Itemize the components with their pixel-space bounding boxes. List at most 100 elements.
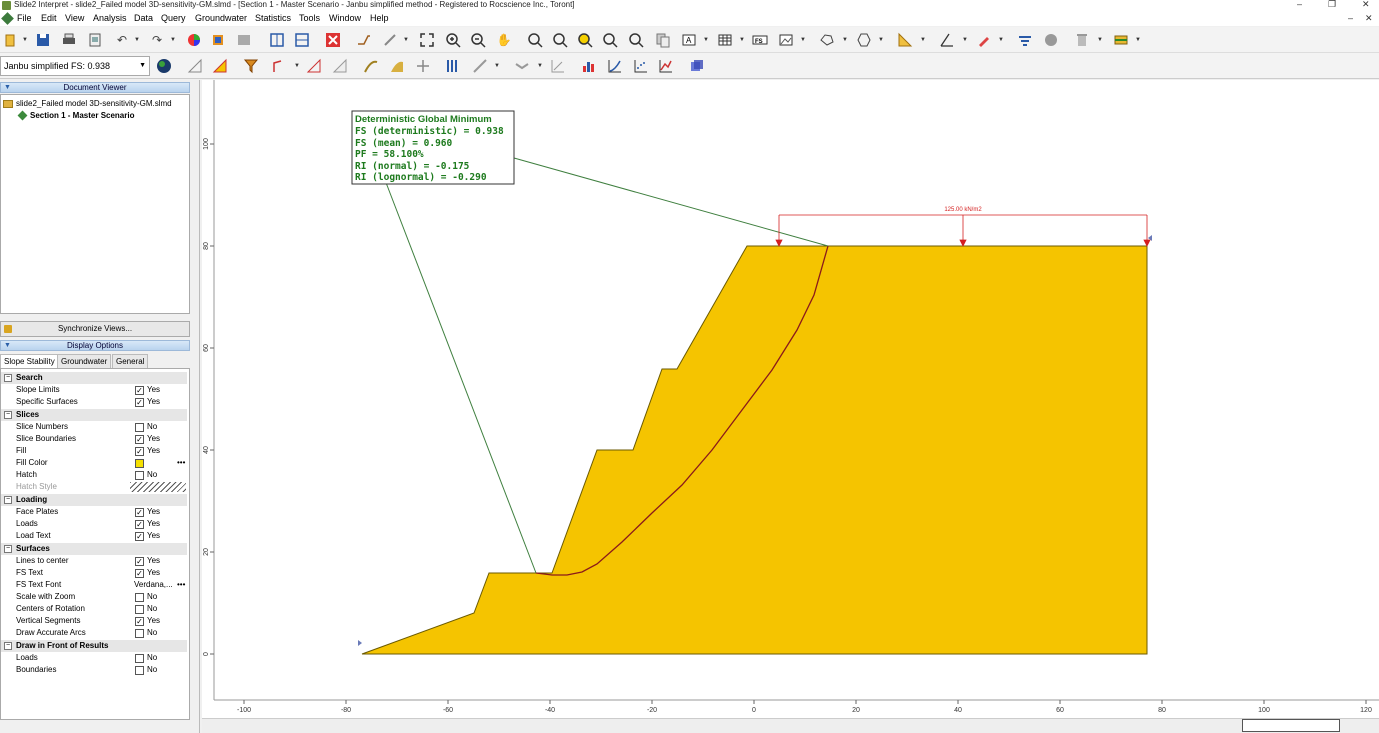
redo-icon[interactable]: ↷ <box>148 31 166 49</box>
flow-lines-dropdown[interactable]: ▼ <box>494 63 500 69</box>
cumulative-plot-icon[interactable] <box>606 57 624 75</box>
drawdown-icon[interactable] <box>513 57 531 75</box>
color-swatch[interactable] <box>135 459 144 468</box>
menu-tools[interactable]: Tools <box>296 11 323 26</box>
collapse-box-icon[interactable]: − <box>4 374 12 382</box>
close-button[interactable]: ✕ <box>1362 0 1370 9</box>
table-icon[interactable] <box>716 31 734 49</box>
checkbox[interactable] <box>135 629 144 638</box>
slice-query-icon[interactable] <box>331 57 349 75</box>
measure-icon[interactable] <box>381 31 399 49</box>
more-button[interactable]: ••• <box>177 579 185 591</box>
query-surface-icon[interactable] <box>270 57 288 75</box>
document-viewer-header[interactable]: ▼ Document Viewer <box>0 82 190 93</box>
ruler-dropdown[interactable]: ▼ <box>920 37 926 43</box>
menu-edit[interactable]: Edit <box>38 11 60 26</box>
menu-query[interactable]: Query <box>158 11 189 26</box>
checkbox[interactable]: ✓ <box>135 569 144 578</box>
picture-icon[interactable] <box>777 31 795 49</box>
stack-view-icon[interactable] <box>293 31 311 49</box>
collapse-box-icon[interactable]: − <box>4 411 12 419</box>
edit-drawing-dropdown[interactable]: ▼ <box>998 37 1004 43</box>
tab-general[interactable]: General <box>112 354 149 368</box>
menu-view[interactable]: View <box>62 11 87 26</box>
menu-statistics[interactable]: Statistics <box>252 11 294 26</box>
zoom-all-icon[interactable] <box>551 31 569 49</box>
polyline-dropdown[interactable]: ▼ <box>842 37 848 43</box>
minimum-surface-icon[interactable] <box>211 57 229 75</box>
checkbox[interactable]: ✓ <box>135 447 144 456</box>
tree-section-node[interactable]: Section 1 - Master Scenario <box>17 110 134 121</box>
checkbox[interactable] <box>135 666 144 675</box>
checkbox[interactable]: ✓ <box>135 435 144 444</box>
more-button[interactable]: ••• <box>177 457 185 469</box>
undo-dropdown[interactable]: ▼ <box>134 37 140 43</box>
app-menu-icon[interactable] <box>1 12 14 25</box>
graph-icon[interactable] <box>549 57 567 75</box>
undo-icon[interactable]: ↶ <box>113 31 131 49</box>
mdi-close-button[interactable]: ✕ <box>1365 13 1373 24</box>
collapse-icon[interactable]: ▼ <box>4 341 11 350</box>
measure-dropdown[interactable]: ▼ <box>403 37 409 43</box>
redo-dropdown[interactable]: ▼ <box>170 37 176 43</box>
image-icon[interactable] <box>235 31 253 49</box>
group-search[interactable]: − Search <box>1 372 187 384</box>
support-icon[interactable] <box>414 57 432 75</box>
contour-filled-icon[interactable] <box>388 57 406 75</box>
synchronize-views-button[interactable]: Synchronize Views... <box>0 321 190 337</box>
delete-icon[interactable] <box>1073 31 1091 49</box>
tree-file-node[interactable]: slide2_Failed model 3D-sensitivity-GM.sl… <box>3 99 172 108</box>
polygon-icon[interactable] <box>855 31 873 49</box>
checkbox[interactable]: ✓ <box>135 557 144 566</box>
angle-dropdown[interactable]: ▼ <box>962 37 968 43</box>
zoom-scale-icon[interactable] <box>627 31 645 49</box>
checkbox[interactable]: ✓ <box>135 386 144 395</box>
histogram-icon[interactable] <box>580 57 598 75</box>
checkbox[interactable]: ✓ <box>135 398 144 407</box>
sensitivity-plot-icon[interactable] <box>657 57 675 75</box>
checkbox[interactable] <box>135 593 144 602</box>
save-icon[interactable] <box>34 31 52 49</box>
new-file-dropdown[interactable]: ▼ <box>22 37 28 43</box>
export-icon[interactable] <box>86 31 104 49</box>
group-draw-in-front[interactable]: − Draw in Front of Results <box>1 640 187 652</box>
checkbox[interactable] <box>135 423 144 432</box>
polyline-icon[interactable] <box>818 31 836 49</box>
split-view-icon[interactable] <box>268 31 286 49</box>
collapse-box-icon[interactable]: − <box>4 642 12 650</box>
menu-file[interactable]: File <box>14 11 35 26</box>
fs-label-icon[interactable]: FS <box>751 31 769 49</box>
surface-icon[interactable] <box>186 57 204 75</box>
display-options-header[interactable]: ▼ Display Options <box>0 340 190 351</box>
menu-data[interactable]: Data <box>131 11 156 26</box>
section-dropdown[interactable]: ▼ <box>1135 37 1141 43</box>
close-view-icon[interactable] <box>324 31 342 49</box>
zoom-in-icon[interactable] <box>444 31 462 49</box>
text-box-dropdown[interactable]: ▼ <box>703 37 709 43</box>
filter-icon[interactable] <box>242 57 260 75</box>
mdi-minimize-button[interactable]: – <box>1348 13 1353 23</box>
water-table-icon[interactable] <box>444 57 462 75</box>
group-surfaces[interactable]: − Surfaces <box>1 543 187 555</box>
3d-view-icon[interactable] <box>688 57 706 75</box>
query-surface-dropdown[interactable]: ▼ <box>294 63 300 69</box>
table-dropdown[interactable]: ▼ <box>739 37 745 43</box>
menu-window[interactable]: Window <box>326 11 364 26</box>
layer-order-icon[interactable] <box>1016 31 1034 49</box>
collapse-box-icon[interactable]: − <box>4 545 12 553</box>
menu-groundwater[interactable]: Groundwater <box>192 11 250 26</box>
checkbox[interactable] <box>135 471 144 480</box>
model-canvas[interactable]: 0 20 40 60 80 100 -100 -80 -60 -40 -20 0 20 40 60 80 10… <box>202 80 1379 718</box>
flow-lines-icon[interactable] <box>471 57 489 75</box>
group-loading[interactable]: − Loading <box>1 494 187 506</box>
checkbox[interactable] <box>135 605 144 614</box>
sphere-icon[interactable] <box>1042 31 1060 49</box>
print-icon[interactable] <box>60 31 78 49</box>
collapse-box-icon[interactable]: − <box>4 496 12 504</box>
drawdown-dropdown[interactable]: ▼ <box>537 63 543 69</box>
checkbox[interactable]: ✓ <box>135 520 144 529</box>
contour-icon[interactable] <box>362 57 380 75</box>
picture-dropdown[interactable]: ▼ <box>800 37 806 43</box>
color-palette-icon[interactable] <box>185 31 203 49</box>
menu-help[interactable]: Help <box>367 11 392 26</box>
